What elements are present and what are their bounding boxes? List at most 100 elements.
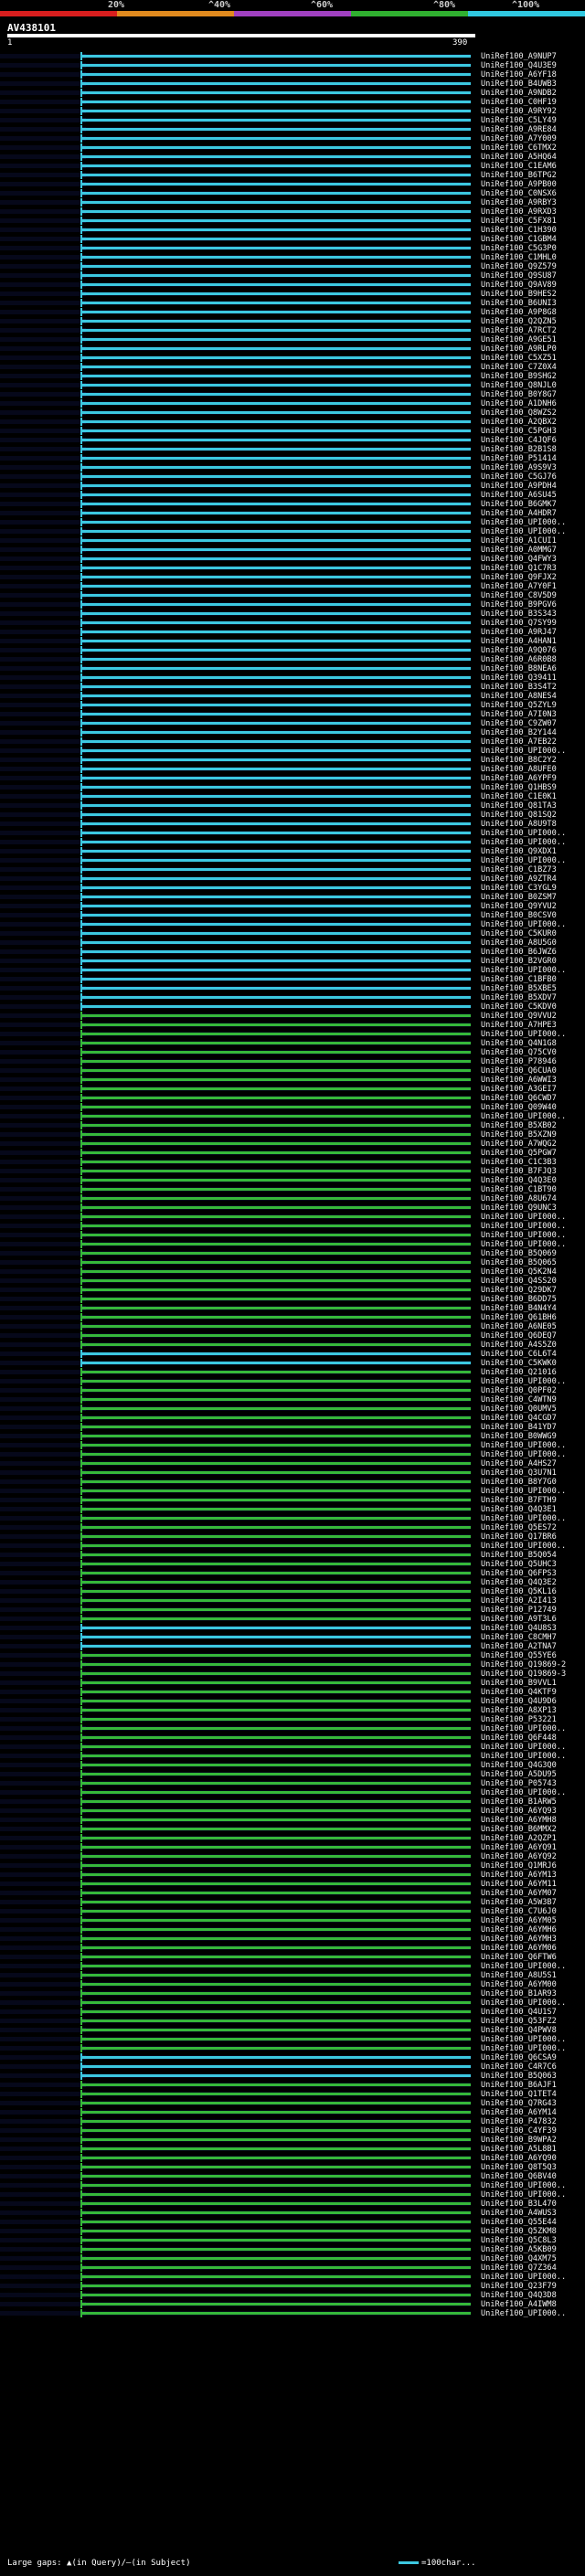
- alignment-bar[interactable]: [82, 2303, 471, 2306]
- alignment-bar[interactable]: [82, 978, 471, 981]
- hit-accession-link[interactable]: UniRef100_UPI000..: [481, 1752, 566, 1761]
- hit-accession-link[interactable]: UniRef100_UPI000..: [481, 966, 566, 975]
- hit-row[interactable]: UniRef100_A4S5Z0: [0, 1341, 585, 1350]
- hit-row[interactable]: UniRef100_UPI000..: [0, 1514, 585, 1523]
- hit-accession-link[interactable]: UniRef100_A2QBX2: [481, 418, 557, 427]
- alignment-bar[interactable]: [82, 265, 471, 268]
- hit-row[interactable]: UniRef100_Q4KTF9: [0, 1688, 585, 1697]
- hit-row[interactable]: UniRef100_Q6BV40: [0, 2172, 585, 2181]
- alignment-bar[interactable]: [82, 2239, 471, 2242]
- hit-accession-link[interactable]: UniRef100_A7HPE3: [481, 1021, 557, 1030]
- alignment-bar[interactable]: [82, 1828, 471, 1830]
- hit-accession-link[interactable]: UniRef100_C8CMH7: [481, 1633, 557, 1642]
- alignment-bar[interactable]: [82, 411, 471, 414]
- hit-accession-link[interactable]: UniRef100_P78946: [481, 1057, 557, 1066]
- alignment-bar[interactable]: [82, 393, 471, 396]
- hit-accession-link[interactable]: UniRef100_Q6FPS3: [481, 1569, 557, 1578]
- hit-row[interactable]: UniRef100_B9WPA2: [0, 2136, 585, 2145]
- hit-accession-link[interactable]: UniRef100_C7Z0X4: [481, 363, 557, 372]
- hit-row[interactable]: UniRef100_A4HS27: [0, 1459, 585, 1468]
- hit-row[interactable]: UniRef100_A4HDR7: [0, 509, 585, 518]
- alignment-bar[interactable]: [82, 475, 471, 478]
- hit-row[interactable]: UniRef100_Q6CUA0: [0, 1066, 585, 1076]
- hit-accession-link[interactable]: UniRef100_B7FTH9: [481, 1496, 557, 1505]
- alignment-bar[interactable]: [82, 1946, 471, 1949]
- alignment-bar[interactable]: [82, 201, 471, 204]
- alignment-bar[interactable]: [82, 1270, 471, 1273]
- hit-accession-link[interactable]: UniRef100_Q1MRJ6: [481, 1861, 557, 1871]
- hit-accession-link[interactable]: UniRef100_Q81TA3: [481, 801, 557, 811]
- hit-accession-link[interactable]: UniRef100_Q4CGD7: [481, 1414, 557, 1423]
- alignment-bar[interactable]: [82, 1279, 471, 1282]
- hit-accession-link[interactable]: UniRef100_Q4G3Q0: [481, 1761, 557, 1770]
- alignment-bar[interactable]: [82, 2019, 471, 2022]
- alignment-bar[interactable]: [82, 2038, 471, 2041]
- alignment-bar[interactable]: [82, 1206, 471, 1209]
- hit-accession-link[interactable]: UniRef100_Q9VVU2: [481, 1012, 557, 1021]
- alignment-bar[interactable]: [82, 1892, 471, 1894]
- hit-row[interactable]: UniRef100_Q7Z364: [0, 2263, 585, 2273]
- alignment-bar[interactable]: [82, 1718, 471, 1721]
- hit-row[interactable]: UniRef100_A7WQG2: [0, 1140, 585, 1149]
- hit-accession-link[interactable]: UniRef100_B0CSV0: [481, 911, 557, 920]
- alignment-bar[interactable]: [82, 146, 471, 149]
- hit-row[interactable]: UniRef100_UPI000..: [0, 1724, 585, 1733]
- hit-row[interactable]: UniRef100_Q55E44: [0, 2218, 585, 2227]
- hit-row[interactable]: UniRef100_UPI000..: [0, 2190, 585, 2200]
- hit-row[interactable]: UniRef100_A7Y0F1: [0, 582, 585, 591]
- alignment-bar[interactable]: [82, 1352, 471, 1355]
- alignment-bar[interactable]: [82, 1919, 471, 1922]
- alignment-bar[interactable]: [82, 1389, 471, 1392]
- hit-accession-link[interactable]: UniRef100_Q4Q3D8: [481, 2291, 557, 2300]
- hit-row[interactable]: UniRef100_C5KDV0: [0, 1002, 585, 1012]
- alignment-bar[interactable]: [82, 338, 471, 341]
- hit-accession-link[interactable]: UniRef100_B4N4Y4: [481, 1304, 557, 1313]
- hit-accession-link[interactable]: UniRef100_Q7RG43: [481, 2099, 557, 2108]
- alignment-bar[interactable]: [82, 1882, 471, 1885]
- hit-accession-link[interactable]: UniRef100_B8Y7G0: [481, 1478, 557, 1487]
- hit-accession-link[interactable]: UniRef100_C5GJ76: [481, 472, 557, 482]
- hit-row[interactable]: UniRef100_B6TPG2: [0, 171, 585, 180]
- hit-accession-link[interactable]: UniRef100_Q7Z364: [481, 2263, 557, 2273]
- alignment-bar[interactable]: [82, 1288, 471, 1291]
- hit-row[interactable]: UniRef100_A6YF18: [0, 70, 585, 80]
- hit-accession-link[interactable]: UniRef100_B9VVL1: [481, 1679, 557, 1688]
- hit-row[interactable]: UniRef100_B3S4T2: [0, 683, 585, 692]
- alignment-bar[interactable]: [82, 210, 471, 213]
- hit-accession-link[interactable]: UniRef100_A6YQ91: [481, 1843, 557, 1852]
- alignment-bar[interactable]: [82, 731, 471, 734]
- hit-accession-link[interactable]: UniRef100_B0WWG9: [481, 1432, 557, 1441]
- alignment-bar[interactable]: [82, 969, 471, 971]
- hit-accession-link[interactable]: UniRef100_Q1TET4: [481, 2090, 557, 2099]
- hit-accession-link[interactable]: UniRef100_UPI000..: [481, 829, 566, 838]
- hit-row[interactable]: UniRef100_Q8NJL0: [0, 381, 585, 390]
- alignment-bar[interactable]: [82, 137, 471, 140]
- hit-accession-link[interactable]: UniRef100_B6UNI3: [481, 299, 557, 308]
- hit-row[interactable]: UniRef100_C5KUR0: [0, 929, 585, 938]
- hit-row[interactable]: UniRef100_Q5UHC3: [0, 1560, 585, 1569]
- hit-accession-link[interactable]: UniRef100_C5FX81: [481, 217, 557, 226]
- alignment-bar[interactable]: [82, 1416, 471, 1419]
- hit-accession-link[interactable]: UniRef100_A7Y009: [481, 134, 557, 143]
- hit-row[interactable]: UniRef100_A6YM14: [0, 2108, 585, 2117]
- hit-row[interactable]: UniRef100_UPI000..: [0, 1788, 585, 1797]
- hit-accession-link[interactable]: UniRef100_Q6F448: [481, 1733, 557, 1743]
- hit-row[interactable]: UniRef100_A4IWM8: [0, 2300, 585, 2309]
- alignment-bar[interactable]: [82, 603, 471, 606]
- alignment-bar[interactable]: [82, 539, 471, 542]
- hit-row[interactable]: UniRef100_Q9XDX1: [0, 847, 585, 856]
- alignment-bar[interactable]: [82, 466, 471, 469]
- hit-row[interactable]: UniRef100_Q0PF02: [0, 1386, 585, 1395]
- hit-accession-link[interactable]: UniRef100_UPI000..: [481, 1030, 566, 1039]
- hit-accession-link[interactable]: UniRef100_A8U5G0: [481, 938, 557, 948]
- hit-accession-link[interactable]: UniRef100_C5LY49: [481, 116, 557, 125]
- alignment-bar[interactable]: [82, 804, 471, 807]
- hit-row[interactable]: UniRef100_UPI000..: [0, 2273, 585, 2282]
- hit-accession-link[interactable]: UniRef100_Q4Q3E0: [481, 1176, 557, 1185]
- hit-accession-link[interactable]: UniRef100_Q4N1G8: [481, 1039, 557, 1048]
- alignment-bar[interactable]: [82, 612, 471, 615]
- hit-row[interactable]: UniRef100_C1C3B3: [0, 1158, 585, 1167]
- hit-accession-link[interactable]: UniRef100_C1H390: [481, 226, 557, 235]
- hit-accession-link[interactable]: UniRef100_P51414: [481, 454, 557, 463]
- alignment-bar[interactable]: [82, 1179, 471, 1182]
